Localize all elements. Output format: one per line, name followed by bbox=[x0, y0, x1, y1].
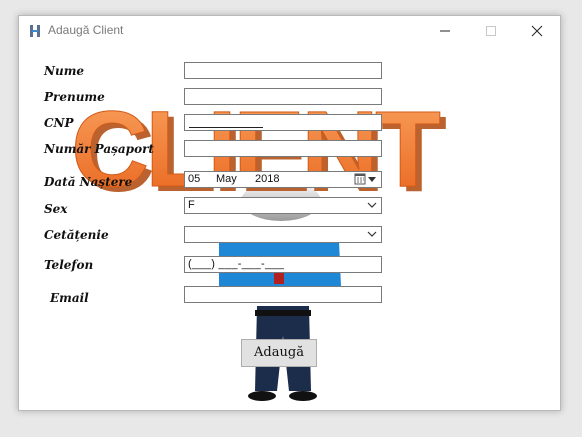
nume-label: Nume bbox=[44, 64, 85, 78]
close-button[interactable] bbox=[514, 16, 560, 46]
sex-select[interactable]: F bbox=[184, 197, 382, 214]
app-icon bbox=[30, 25, 40, 37]
chevron-down-icon bbox=[367, 231, 377, 237]
date-day[interactable]: 05 bbox=[188, 173, 200, 185]
maximize-icon bbox=[486, 26, 496, 36]
sex-selected-value: F bbox=[188, 199, 195, 211]
email-input[interactable] bbox=[184, 286, 382, 303]
cnp-label: CNP bbox=[44, 116, 74, 130]
prenume-label: Prenume bbox=[44, 90, 105, 104]
telefon-label: Telefon bbox=[44, 258, 94, 272]
cetatenie-label: Cetățenie bbox=[44, 228, 109, 242]
close-icon bbox=[531, 25, 543, 37]
date-year[interactable]: 2018 bbox=[255, 173, 279, 185]
date-month[interactable]: May bbox=[216, 173, 237, 185]
telefon-input[interactable]: (___) ___-___-___ bbox=[184, 256, 382, 273]
maximize-button[interactable] bbox=[468, 16, 514, 46]
add-client-button[interactable]: Adaugă bbox=[241, 339, 317, 367]
data-nasterii-label: Dată Naștere bbox=[44, 175, 133, 189]
window-title: Adaugă Client bbox=[48, 23, 124, 37]
pasaport-label: Număr Pașaport bbox=[44, 142, 154, 156]
birth-date-picker[interactable]: 05 May 2018 bbox=[184, 171, 382, 188]
telefon-mask: (___) ___-___-___ bbox=[188, 258, 285, 270]
cnp-input-mask bbox=[189, 127, 263, 128]
email-label: Email bbox=[50, 291, 89, 305]
chevron-down-icon bbox=[367, 202, 377, 208]
title-bar[interactable]: Adaugă Client bbox=[19, 16, 560, 46]
minimize-button[interactable] bbox=[422, 16, 468, 46]
cetatenie-select[interactable] bbox=[184, 226, 382, 243]
pasaport-input[interactable] bbox=[184, 140, 382, 157]
calendar-icon[interactable] bbox=[354, 173, 378, 186]
add-client-window: CLIENT CLIENT Adaugă Client Nume Prenume… bbox=[18, 15, 561, 411]
prenume-input[interactable] bbox=[184, 88, 382, 105]
minimize-icon bbox=[440, 30, 450, 32]
cnp-input[interactable] bbox=[184, 114, 382, 131]
sex-label: Sex bbox=[44, 202, 68, 216]
nume-input[interactable] bbox=[184, 62, 382, 79]
